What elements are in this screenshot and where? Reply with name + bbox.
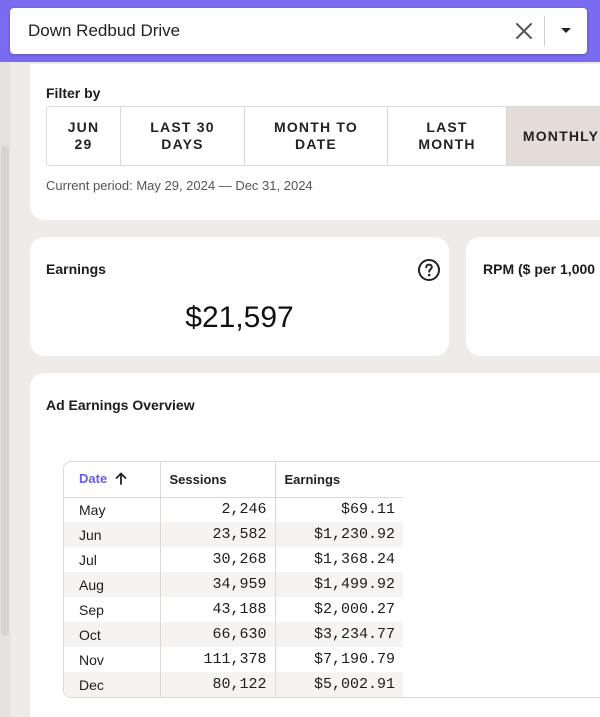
question-circle-icon[interactable] [417, 258, 441, 282]
current-period: Current period: May 29, 2024 — Dec 31, 2… [46, 178, 313, 193]
table-row: Nov 111,378 $7,190.79 [64, 647, 403, 672]
filter-button-month-to-date[interactable]: MONTH TO DATE [244, 106, 388, 166]
cell-date: May [79, 501, 106, 518]
cell-earnings: $1,230.92 [274, 522, 403, 547]
rpm-label: RPM ($ per 1,000 [483, 261, 596, 277]
cell-date: Dec [64, 672, 160, 697]
cell-sessions: 80,122 [159, 672, 275, 697]
earnings-card: Earnings $21,597 [30, 237, 449, 356]
cell-date: Sep [79, 601, 104, 618]
cell-date: Nov [79, 651, 104, 668]
earnings-label: Earnings [46, 261, 106, 277]
table-row: Sep 43,188 $2,000.27 [64, 597, 403, 622]
column-header-date[interactable]: Date [64, 462, 160, 498]
table-row: Jun 23,582 $1,230.92 [64, 522, 403, 547]
column-header-date-label: Date [79, 470, 108, 486]
cell-sessions: 23,582 [159, 522, 275, 547]
cell-earnings: $3,234.77 [274, 622, 403, 647]
filter-button-last-30-days[interactable]: LAST 30 DAYS [120, 106, 245, 166]
cell-date: Oct [64, 622, 160, 647]
filter-button-monthly[interactable]: MONTHLY [506, 106, 600, 166]
cell-earnings: $2,000.27 [274, 597, 403, 622]
table-row: Aug 34,959 $1,499.92 [64, 572, 403, 597]
table-row: May 2,246 $69.11 [64, 497, 403, 522]
close-icon[interactable] [504, 8, 544, 54]
cell-earnings: $5,002.91 [274, 672, 403, 697]
cell-sessions: 43,188 [159, 597, 275, 622]
cell-sessions: 30,268 [159, 547, 275, 572]
cell-sessions: 111,378 [159, 647, 275, 672]
scrollbar-track[interactable] [0, 62, 10, 717]
cell-earnings: $1,368.24 [274, 547, 403, 572]
filter-button-last-month[interactable]: LAST MONTH [387, 106, 507, 166]
cell-date: Aug [64, 572, 160, 597]
arrow-up-icon[interactable] [115, 472, 127, 488]
cell-earnings: $69.11 [274, 497, 403, 522]
earnings-table: Date Sessions Earnings May 2,246 $69.11 … [63, 461, 600, 698]
overview-title: Ad Earnings Overview [46, 397, 195, 413]
cell-date: Jun [64, 522, 160, 547]
column-header-earnings[interactable]: Earnings [274, 462, 403, 498]
scrollbar-thumb[interactable] [1, 146, 9, 636]
cell-sessions: 66,630 [159, 622, 275, 647]
filter-button-jun-29[interactable]: JUN 29 [46, 106, 121, 166]
filter-title: Filter by [46, 85, 101, 101]
rpm-card: RPM ($ per 1,000 [466, 237, 600, 356]
cell-sessions: 2,246 [159, 497, 275, 522]
cell-sessions: 34,959 [159, 572, 275, 597]
filter-card: Filter by JUN 29 LAST 30 DAYS MONTH TO D… [30, 64, 600, 220]
table-row: Jul 30,268 $1,368.24 [64, 547, 403, 572]
cell-date: Jul [79, 551, 97, 568]
filter-button-group: JUN 29 LAST 30 DAYS MONTH TO DATE LAST M… [46, 106, 600, 166]
cell-earnings: $7,190.79 [274, 647, 403, 672]
table-row: Oct 66,630 $3,234.77 [64, 622, 403, 647]
table-header-row: Date Sessions Earnings [64, 462, 403, 498]
table-row: Dec 80,122 $5,002.91 [64, 672, 403, 697]
ad-earnings-overview-card: Ad Earnings Overview Date Sessions Earni… [30, 373, 600, 717]
caret-down-icon[interactable] [545, 8, 587, 54]
cell-earnings: $1,499.92 [274, 572, 403, 597]
site-select[interactable]: Down Redbud Drive [10, 8, 587, 54]
column-header-sessions[interactable]: Sessions [159, 462, 275, 498]
site-select-value: Down Redbud Drive [28, 21, 181, 40]
earnings-value: $21,597 [185, 301, 294, 334]
